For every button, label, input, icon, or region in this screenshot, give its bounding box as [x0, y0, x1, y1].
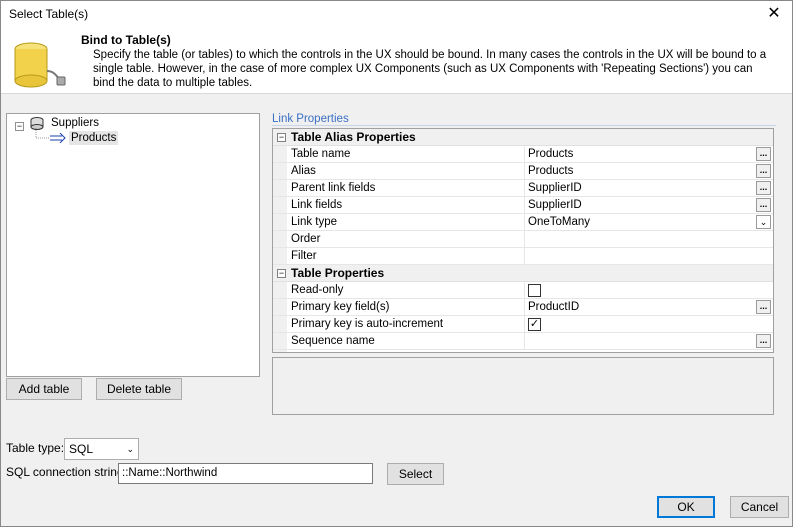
- ellipsis-button[interactable]: ...: [756, 147, 771, 161]
- prop-row-sequence-name[interactable]: Sequence name ...: [273, 333, 773, 350]
- table-type-select[interactable]: SQL ⌄: [64, 438, 139, 460]
- prop-row-filter[interactable]: Filter: [273, 248, 773, 265]
- prop-name: Parent link fields: [291, 182, 376, 194]
- category-label: Table Properties: [291, 266, 385, 280]
- column-divider: [524, 163, 525, 180]
- prop-row-link-type[interactable]: Link type OneToMany ⌄: [273, 214, 773, 231]
- column-divider: [524, 214, 525, 231]
- category-label: Table Alias Properties: [291, 130, 416, 144]
- header-panel: Bind to Table(s) Specify the table (or t…: [1, 29, 792, 94]
- ellipsis-button[interactable]: ...: [756, 181, 771, 195]
- header-description: Specify the table (or tables) to which t…: [93, 49, 767, 89]
- prop-value[interactable]: Products: [528, 165, 573, 177]
- prop-value[interactable]: OneToMany: [528, 216, 590, 228]
- table-tree[interactable]: − Suppliers Products: [6, 113, 260, 377]
- prop-row-auto-increment[interactable]: Primary key is auto-increment ✓: [273, 316, 773, 333]
- link-properties-label: Link Properties: [272, 113, 349, 125]
- prop-name: Order: [291, 233, 321, 245]
- auto-increment-checkbox[interactable]: ✓: [528, 318, 541, 331]
- connection-string-input[interactable]: ::Name::Northwind: [118, 463, 373, 484]
- collapse-icon[interactable]: −: [15, 122, 24, 131]
- category-table-alias[interactable]: − Table Alias Properties: [273, 129, 773, 146]
- column-divider: [524, 180, 525, 197]
- prop-row-alias[interactable]: Alias Products ...: [273, 163, 773, 180]
- property-description-box: [272, 357, 774, 415]
- column-divider: [524, 197, 525, 214]
- table-type-value: SQL: [69, 442, 94, 456]
- database-icon: [14, 42, 66, 88]
- close-icon[interactable]: ✕: [762, 3, 786, 25]
- prop-row-table-name[interactable]: Table name Products ...: [273, 146, 773, 163]
- ok-button[interactable]: OK: [657, 496, 715, 518]
- column-divider: [524, 282, 525, 299]
- ellipsis-button[interactable]: ...: [756, 334, 771, 348]
- prop-row-order[interactable]: Order: [273, 231, 773, 248]
- prop-row-parent-link-fields[interactable]: Parent link fields SupplierID ...: [273, 180, 773, 197]
- prop-row-primary-key[interactable]: Primary key field(s) ProductID ...: [273, 299, 773, 316]
- column-divider: [524, 146, 525, 163]
- arrow-right-icon: [50, 133, 66, 143]
- prop-value[interactable]: ProductID: [528, 301, 579, 313]
- collapse-icon[interactable]: −: [277, 133, 286, 142]
- delete-table-button[interactable]: Delete table: [96, 378, 182, 400]
- header-title: Bind to Table(s): [81, 33, 171, 47]
- property-grid[interactable]: − Table Alias Properties Table name Prod…: [272, 128, 774, 353]
- prop-value[interactable]: SupplierID: [528, 199, 582, 211]
- column-divider: [524, 333, 525, 350]
- ellipsis-button[interactable]: ...: [756, 164, 771, 178]
- title-bar: Select Table(s) ✕: [1, 1, 792, 29]
- prop-name: Link fields: [291, 199, 343, 211]
- category-table-properties[interactable]: − Table Properties: [273, 265, 773, 282]
- table-type-label: Table type:: [6, 441, 65, 455]
- column-divider: [524, 248, 525, 265]
- prop-name: Link type: [291, 216, 338, 228]
- read-only-checkbox[interactable]: [528, 284, 541, 297]
- column-divider: [524, 299, 525, 316]
- prop-name: Alias: [291, 165, 316, 177]
- column-divider: [524, 231, 525, 248]
- prop-row-read-only[interactable]: Read-only: [273, 282, 773, 299]
- prop-value[interactable]: Products: [528, 148, 573, 160]
- prop-name: Sequence name: [291, 335, 375, 347]
- collapse-icon[interactable]: −: [277, 269, 286, 278]
- prop-name: Table name: [291, 148, 351, 160]
- window-title: Select Table(s): [9, 7, 89, 21]
- cancel-button[interactable]: Cancel: [730, 496, 789, 518]
- select-button[interactable]: Select: [387, 463, 444, 485]
- add-table-button[interactable]: Add table: [6, 378, 82, 400]
- prop-value[interactable]: SupplierID: [528, 182, 582, 194]
- link-properties-divider: [272, 125, 776, 126]
- prop-row-link-fields[interactable]: Link fields SupplierID ...: [273, 197, 773, 214]
- tree-item-products[interactable]: Products: [69, 131, 119, 145]
- prop-name: Primary key field(s): [291, 301, 390, 313]
- connection-string-label: SQL connection string:: [6, 465, 127, 479]
- prop-name: Filter: [291, 250, 317, 262]
- ellipsis-button[interactable]: ...: [756, 198, 771, 212]
- prop-name: Read-only: [291, 284, 344, 296]
- select-tables-dialog: Select Table(s) ✕ Bind to Table(s) Speci…: [0, 0, 793, 527]
- chevron-down-icon: ⌄: [126, 444, 134, 454]
- column-divider: [524, 316, 525, 333]
- chevron-down-icon[interactable]: ⌄: [756, 215, 771, 229]
- prop-name: Primary key is auto-increment: [291, 318, 444, 330]
- ellipsis-button[interactable]: ...: [756, 300, 771, 314]
